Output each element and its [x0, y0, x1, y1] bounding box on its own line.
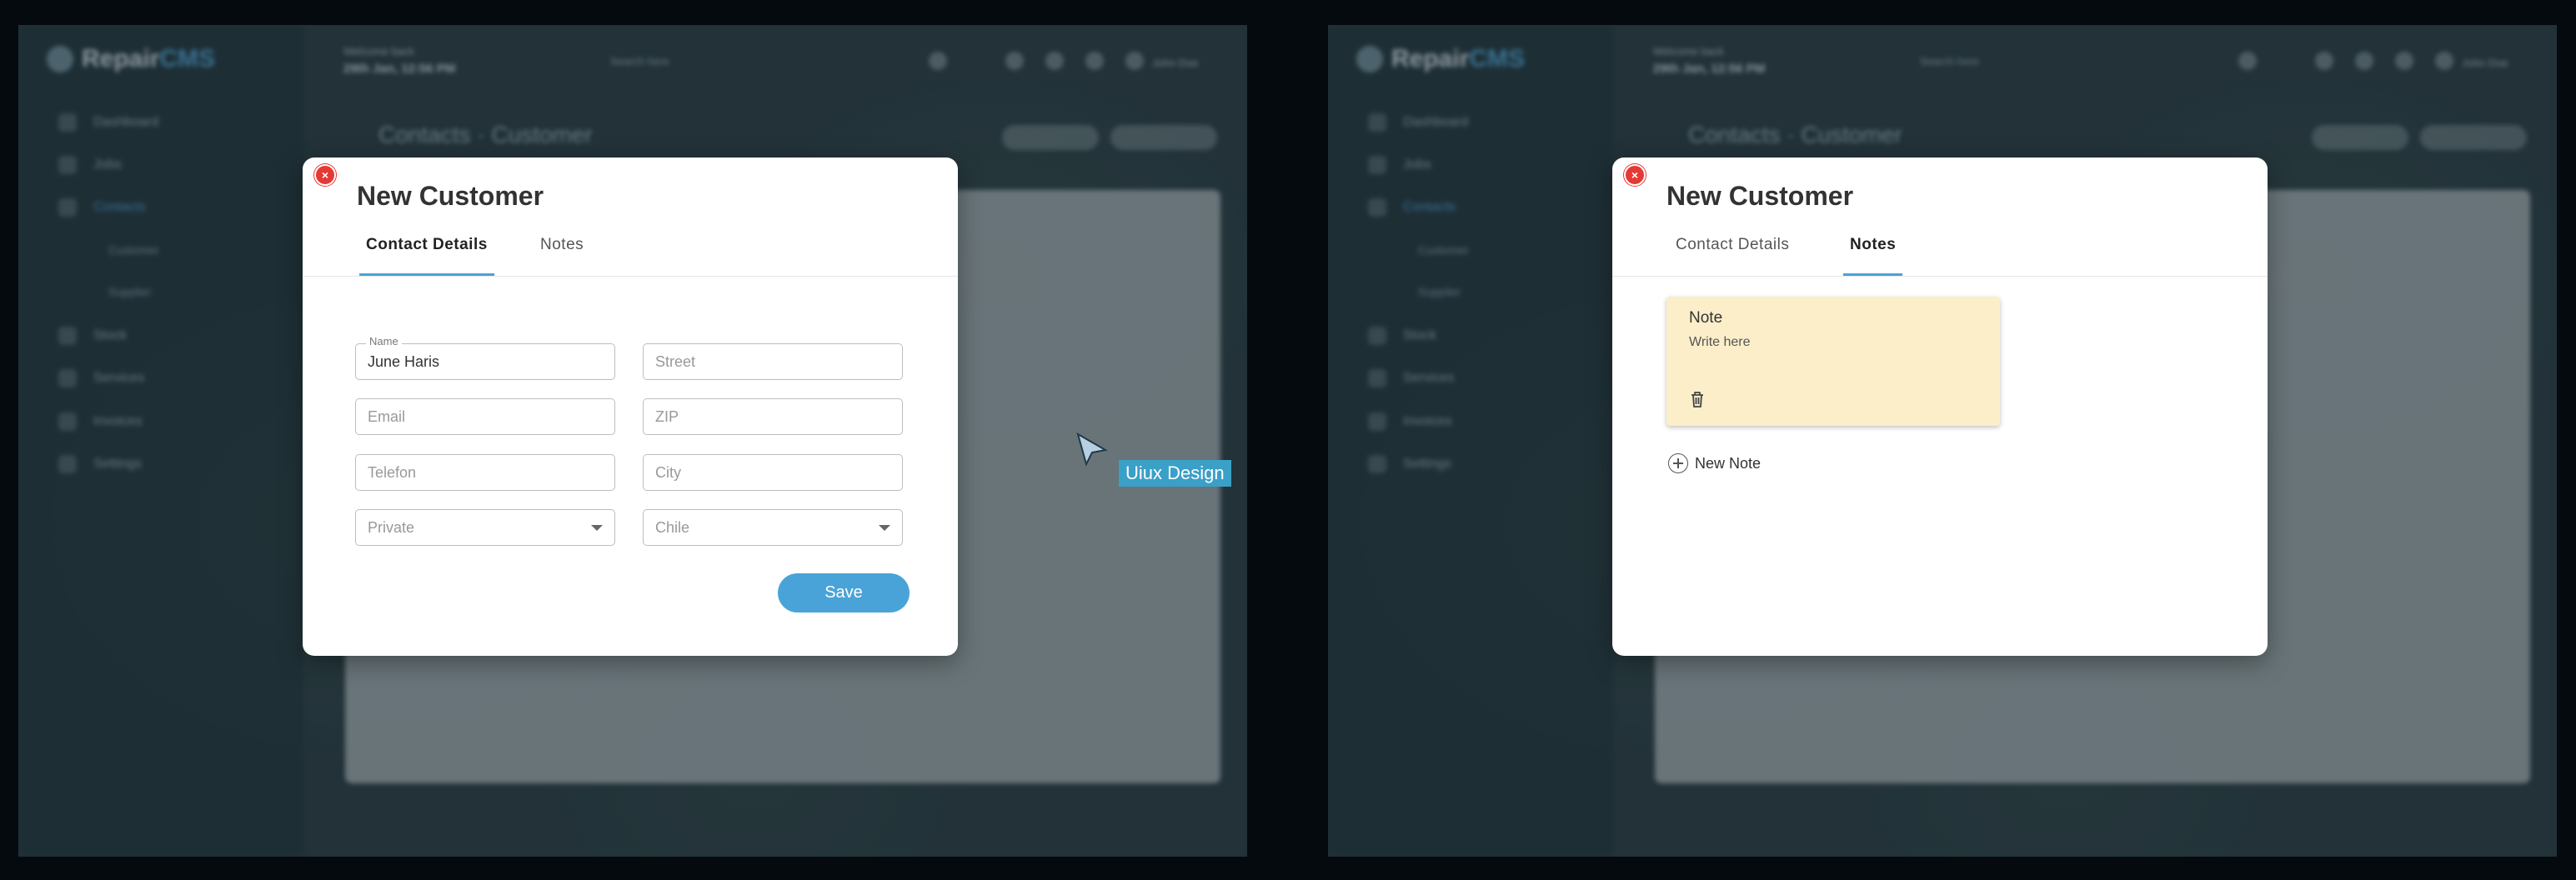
tab-contact-details[interactable]: Contact Details [1676, 236, 1789, 274]
note-card[interactable]: Note Write here [1666, 297, 2000, 426]
country-select[interactable]: Chile [643, 509, 903, 546]
name-value: June Haris [368, 353, 440, 370]
tab-bar: Contact Details Notes [303, 229, 958, 277]
new-customer-modal: × New Customer Contact Details Notes Nam… [303, 158, 958, 656]
email-placeholder: Email [368, 408, 406, 425]
city-field[interactable]: City [643, 454, 903, 491]
street-field[interactable]: Street [643, 343, 903, 380]
city-placeholder: City [655, 464, 681, 481]
new-customer-modal: × New Customer Contact Details Notes Not… [1612, 158, 2268, 656]
note-title: Note [1689, 309, 1723, 327]
tab-contact-details[interactable]: Contact Details [359, 236, 494, 276]
note-body-input[interactable]: Write here [1689, 335, 1751, 350]
customer-type-select[interactable]: Private [355, 509, 615, 546]
screen-notes: RepairCMS Dashboard Jobs Contacts Custom… [1328, 25, 2557, 857]
trash-icon[interactable] [1689, 390, 1706, 408]
name-field[interactable]: Name June Haris [355, 336, 615, 380]
save-button[interactable]: Save [778, 573, 910, 612]
tab-bar: Contact Details Notes [1612, 229, 2268, 277]
customer-type-value: Private [368, 519, 415, 536]
chevron-down-icon [591, 525, 603, 531]
chevron-down-icon [879, 525, 890, 531]
zip-field[interactable]: ZIP [643, 398, 903, 435]
tab-notes[interactable]: Notes [540, 236, 584, 274]
screen-contact-details: RepairCMS Dashboard Jobs Contacts Custom… [18, 25, 1247, 857]
plus-circle-icon [1668, 453, 1688, 473]
cursor-icon [1076, 432, 1108, 467]
name-label: Name [366, 336, 402, 348]
modal-title: New Customer [357, 181, 544, 211]
street-placeholder: Street [655, 353, 696, 370]
zip-placeholder: ZIP [655, 408, 679, 425]
close-icon[interactable]: × [1624, 164, 1646, 186]
email-field[interactable]: Email [355, 398, 615, 435]
tab-notes[interactable]: Notes [1842, 236, 1903, 276]
modal-title: New Customer [1666, 181, 1854, 211]
country-value: Chile [655, 519, 690, 536]
cursor-tag: Uiux Design [1119, 460, 1231, 487]
new-note-button[interactable]: New Note [1668, 453, 1761, 473]
telefon-field[interactable]: Telefon [355, 454, 615, 491]
new-note-label: New Note [1695, 454, 1762, 472]
telefon-placeholder: Telefon [368, 464, 417, 481]
close-icon[interactable]: × [314, 164, 336, 186]
